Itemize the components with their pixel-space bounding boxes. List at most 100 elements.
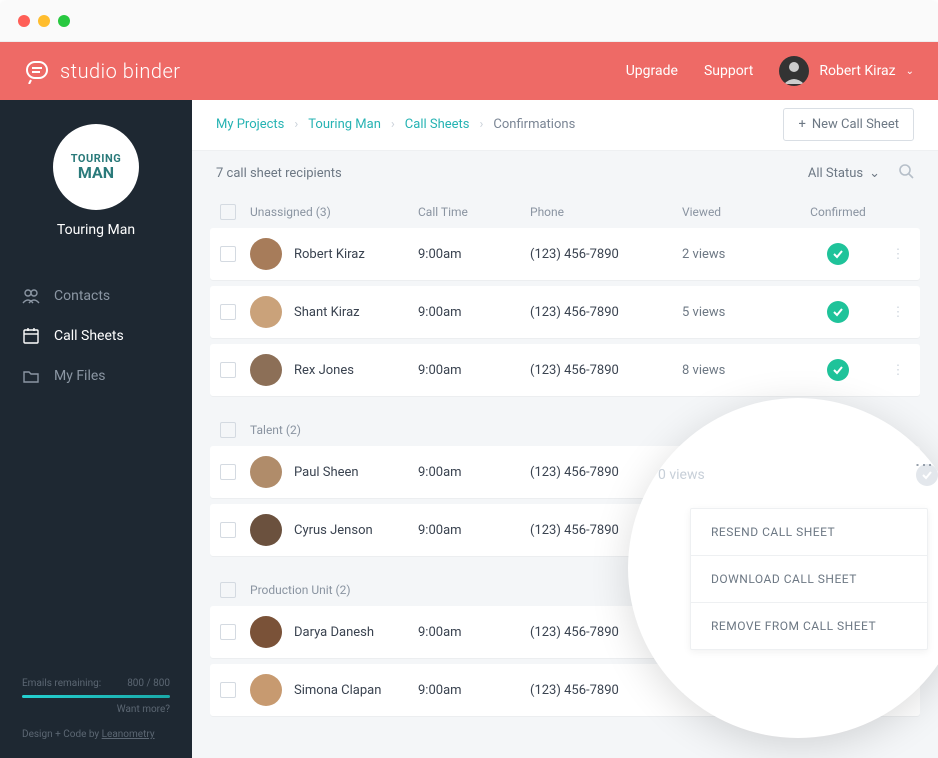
breadcrumb-link[interactable]: Call Sheets <box>405 117 470 132</box>
emails-remaining-value: 800 / 800 <box>127 678 170 689</box>
phone: (123) 456-7890 <box>530 305 682 320</box>
call-time: 9:00am <box>418 523 530 538</box>
column-header-phone: Phone <box>530 205 682 219</box>
group-label: Production Unit (2) <box>250 583 351 597</box>
avatar <box>250 616 282 648</box>
person-name: Robert Kiraz <box>294 247 365 262</box>
table-row[interactable]: Rex Jones9:00am(123) 456-78908 views⋮ <box>210 344 920 396</box>
breadcrumb-link[interactable]: My Projects <box>216 117 284 132</box>
confirm-badge[interactable] <box>827 359 849 381</box>
menu-item-resend[interactable]: RESEND CALL SHEET <box>691 509 927 556</box>
sidebar-item-contacts[interactable]: Contacts <box>0 276 192 316</box>
design-credit: Design + Code by Leanometry <box>22 729 170 740</box>
sidebar-item-label: My Files <box>54 368 106 384</box>
chevron-down-icon: ⌄ <box>906 66 914 77</box>
plus-icon: + <box>798 117 805 132</box>
sidebar-item-label: Contacts <box>54 288 110 304</box>
select-group-checkbox[interactable] <box>220 582 236 598</box>
avatar <box>250 514 282 546</box>
want-more-link[interactable]: Want more? <box>117 704 170 715</box>
column-header-confirmed: Confirmed <box>790 205 886 219</box>
minimize-window-button[interactable] <box>38 15 50 27</box>
person-name: Simona Clapan <box>294 683 381 698</box>
table-row[interactable]: Robert Kiraz9:00am(123) 456-78902 views⋮ <box>210 228 920 280</box>
sidebar-item-call-sheets[interactable]: Call Sheets <box>0 316 192 356</box>
row-checkbox[interactable] <box>220 522 236 538</box>
upgrade-link[interactable]: Upgrade <box>626 63 678 79</box>
call-time: 9:00am <box>418 625 530 640</box>
maximize-window-button[interactable] <box>58 15 70 27</box>
group-label: Talent (2) <box>250 423 301 437</box>
row-menu-button[interactable]: ⋮ <box>886 363 910 378</box>
column-header-time: Call Time <box>418 205 530 219</box>
table-row[interactable]: Shant Kiraz 9:00am(123) 456-78905 views ⋮ <box>210 286 920 338</box>
group-header: Unassigned (3)Call TimePhoneViewedConfir… <box>210 196 920 228</box>
search-icon[interactable] <box>898 163 914 183</box>
brand-logo-icon <box>24 58 50 84</box>
zoom-overlay: 0 views ⋮ RESEND CALL SHEET DOWNLOAD CAL… <box>628 398 938 738</box>
avatar <box>250 238 282 270</box>
column-header-viewed: Viewed <box>682 205 790 219</box>
brand-name: studio binder <box>60 59 181 83</box>
sidebar-item-my-files[interactable]: My Files <box>0 356 192 396</box>
contacts-icon <box>22 287 40 305</box>
row-menu-button[interactable]: ⋮ <box>886 305 910 320</box>
call-time: 9:00am <box>418 465 530 480</box>
recipient-count: 7 call sheet recipients <box>216 166 342 181</box>
views: 5 views <box>682 305 790 320</box>
user-menu[interactable]: Robert Kiraz ⌄ <box>779 56 914 86</box>
person-name: Shant Kiraz <box>294 305 360 320</box>
project-logo[interactable]: TOURING MAN <box>53 124 139 210</box>
emails-progress <box>22 695 170 698</box>
call-time: 9:00am <box>418 305 530 320</box>
person-name: Darya Danesh <box>294 625 374 640</box>
select-all-checkbox[interactable] <box>220 204 236 220</box>
person-name: Paul Sheen <box>294 465 359 480</box>
person-name: Cyrus Jenson <box>294 523 373 538</box>
call-time: 9:00am <box>418 247 530 262</box>
breadcrumb-link[interactable]: Touring Man <box>308 117 381 132</box>
close-window-button[interactable] <box>18 15 30 27</box>
brand[interactable]: studio binder <box>24 58 181 84</box>
breadcrumb: My Projects › Touring Man › Call Sheets … <box>216 117 575 132</box>
row-menu-button[interactable]: ⋮ <box>913 456 934 476</box>
new-call-sheet-button[interactable]: + New Call Sheet <box>783 108 914 141</box>
menu-item-download[interactable]: DOWNLOAD CALL SHEET <box>691 556 927 603</box>
avatar <box>250 456 282 488</box>
emails-remaining-label: Emails remaining: <box>22 678 101 689</box>
views: 2 views <box>682 247 790 262</box>
select-group-checkbox[interactable] <box>220 422 236 438</box>
call-sheets-icon <box>22 327 40 345</box>
chevron-right-icon: › <box>480 117 484 132</box>
row-checkbox[interactable] <box>220 624 236 640</box>
avatar <box>250 354 282 386</box>
window-titlebar <box>0 0 938 42</box>
chevron-right-icon: › <box>294 117 298 132</box>
row-context-menu: RESEND CALL SHEET DOWNLOAD CALL SHEET RE… <box>690 508 928 650</box>
row-checkbox[interactable] <box>220 362 236 378</box>
row-checkbox[interactable] <box>220 682 236 698</box>
phone: (123) 456-7890 <box>530 363 682 378</box>
status-filter[interactable]: All Status ⌄ <box>808 166 880 181</box>
project-name: Touring Man <box>0 222 192 238</box>
chevron-right-icon: › <box>391 117 395 132</box>
row-checkbox[interactable] <box>220 304 236 320</box>
confirm-badge[interactable] <box>827 243 849 265</box>
credit-link[interactable]: Leanometry <box>102 729 155 740</box>
support-link[interactable]: Support <box>704 63 753 79</box>
column-header-name: Unassigned (3) <box>250 205 418 219</box>
sidebar-item-label: Call Sheets <box>54 328 124 344</box>
avatar <box>250 296 282 328</box>
row-checkbox[interactable] <box>220 464 236 480</box>
menu-item-remove[interactable]: REMOVE FROM CALL SHEET <box>691 603 927 649</box>
user-name: Robert Kiraz <box>819 63 895 79</box>
breadcrumb-current: Confirmations <box>493 117 575 132</box>
views: 8 views <box>682 363 790 378</box>
row-menu-button[interactable]: ⋮ <box>886 247 910 262</box>
confirm-badge[interactable] <box>827 301 849 323</box>
user-avatar <box>779 56 809 86</box>
row-checkbox[interactable] <box>220 246 236 262</box>
chevron-down-icon: ⌄ <box>869 166 880 181</box>
zoom-views: 0 views <box>658 467 705 483</box>
top-bar: studio binder Upgrade Support Robert Kir… <box>0 42 938 100</box>
